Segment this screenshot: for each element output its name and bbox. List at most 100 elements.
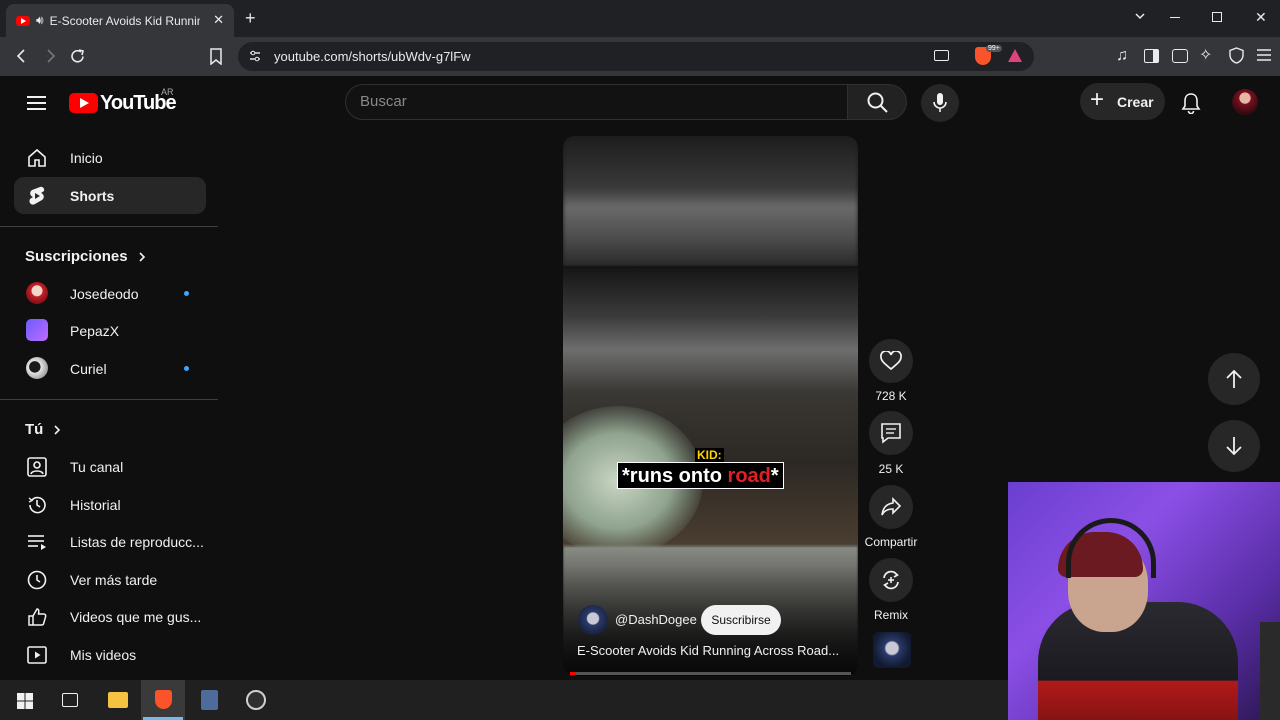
restore-icon[interactable]: [1212, 12, 1222, 22]
search-box: [345, 84, 848, 120]
streamer-body: [1038, 602, 1238, 720]
short-title[interactable]: E-Scooter Avoids Kid Running Across Road…: [577, 643, 839, 658]
channel-avatar: [26, 319, 48, 341]
comments-button[interactable]: [869, 411, 913, 455]
sidebar-item-label: Videos que me gus...: [70, 608, 202, 625]
channel-avatar: [26, 357, 48, 379]
new-tab-icon[interactable]: +: [245, 8, 256, 29]
sidebar-item-inicio[interactable]: Inicio: [14, 139, 206, 176]
brave-taskbar-button[interactable]: [141, 680, 185, 720]
tab-title: E-Scooter Avoids Kid Running: [49, 13, 200, 28]
channel-avatar: [26, 282, 48, 304]
new-content-dot: [184, 366, 189, 371]
subscription-label: Curiel: [70, 360, 107, 377]
sidebar-item-playlists[interactable]: Listas de reproducc...: [14, 523, 206, 560]
close-tab-icon[interactable]: ✕: [213, 12, 224, 28]
mic-arm: [1260, 622, 1280, 720]
sidebar-item-label: Inicio: [70, 149, 103, 166]
notifications-bell-icon[interactable]: [1181, 92, 1201, 114]
caption-top: KID:: [695, 448, 724, 462]
minimize-icon[interactable]: [1170, 17, 1180, 18]
arrow-up-icon: [1225, 369, 1243, 389]
channel-avatar[interactable]: [578, 605, 608, 635]
short-video-player[interactable]: KID: *runs onto road* @DashDogee Suscrib…: [563, 136, 858, 676]
region-code: AR: [161, 87, 174, 97]
browser-menu-icon[interactable]: [1256, 48, 1272, 62]
home-icon: [26, 147, 48, 169]
search-input[interactable]: [360, 93, 830, 110]
youtube-logo[interactable]: YouTube AR: [69, 87, 177, 114]
subscription-label: PepazX: [70, 322, 120, 339]
sidebar-item-liked-videos[interactable]: Videos que me gus...: [14, 598, 206, 635]
video-frame-top: [563, 136, 858, 266]
remix-icon: [879, 568, 903, 592]
music-icon[interactable]: ♫: [1116, 47, 1128, 65]
forward-icon[interactable]: [42, 48, 58, 64]
brave-rewards-icon[interactable]: [1008, 49, 1022, 62]
sidebar-item-shorts[interactable]: Shorts: [14, 177, 206, 214]
share-label: Compartir: [864, 535, 918, 549]
windows-start-icon[interactable]: [17, 693, 33, 709]
sound-thumbnail[interactable]: [873, 632, 911, 668]
sidebar-item-label: Ver más tarde: [70, 571, 158, 588]
remix-button[interactable]: [869, 558, 913, 602]
subscriptions-heading[interactable]: Suscripciones: [25, 248, 146, 265]
playlists-icon: [26, 531, 48, 553]
voice-search-button[interactable]: [921, 84, 959, 122]
obs-icon[interactable]: [246, 690, 266, 710]
brave-icon: [155, 690, 172, 709]
watch-later-icon: [26, 569, 48, 591]
you-heading[interactable]: Tú: [25, 421, 61, 438]
search-button[interactable]: [847, 84, 907, 120]
back-icon[interactable]: [14, 48, 30, 64]
youtube-logo-icon: [69, 93, 98, 113]
caption-text: *runs onto: [622, 465, 728, 487]
account-avatar[interactable]: [1232, 89, 1258, 115]
leo-ai-icon[interactable]: ✧: [1199, 45, 1212, 65]
file-explorer-icon[interactable]: [108, 692, 128, 708]
bookmark-icon[interactable]: [209, 48, 223, 65]
progress-fill: [570, 672, 576, 675]
site-info-icon[interactable]: [248, 49, 262, 63]
browser-toolbar: youtube.com/shorts/ubWdv-g7lFw 99+ ♫ ✧: [0, 37, 1280, 76]
subscriptions-title: Suscripciones: [25, 248, 128, 265]
search-icon: [867, 92, 888, 113]
next-short-button[interactable]: [1208, 420, 1260, 472]
previous-short-button[interactable]: [1208, 353, 1260, 405]
calculator-icon[interactable]: [201, 690, 218, 710]
like-button[interactable]: [869, 339, 913, 383]
channel-handle[interactable]: @DashDogee: [615, 612, 697, 627]
guide-menu-icon[interactable]: [27, 95, 46, 111]
vpn-shield-icon[interactable]: [1229, 47, 1244, 64]
create-button[interactable]: + Crear: [1080, 83, 1165, 120]
share-button[interactable]: [869, 485, 913, 529]
cast-icon[interactable]: [934, 50, 949, 61]
sidebar-item-label: Shorts: [70, 187, 115, 204]
subscribe-button[interactable]: Suscribirse: [701, 605, 781, 635]
brave-badge: 99+: [986, 45, 1002, 52]
subscription-item-curiel[interactable]: Curiel: [14, 350, 206, 387]
microphone-icon: [933, 92, 947, 114]
progress-track[interactable]: [570, 672, 851, 675]
reload-icon[interactable]: [69, 48, 86, 65]
wallet-icon[interactable]: [1172, 49, 1188, 63]
sidebar-item-my-videos[interactable]: Mis videos: [14, 636, 206, 673]
chevron-right-icon: [53, 424, 61, 436]
subscription-label: Josedeodo: [70, 285, 139, 302]
task-view-icon[interactable]: [62, 693, 78, 707]
subscription-item-pepazx[interactable]: PepazX: [14, 312, 206, 349]
audio-playing-icon[interactable]: 🔊︎: [36, 13, 44, 28]
sidebar-toggle-icon[interactable]: [1144, 49, 1159, 63]
comment-icon: [880, 422, 902, 444]
sidebar-item-watch-later[interactable]: Ver más tarde: [14, 561, 206, 598]
caption-end: *: [770, 465, 779, 487]
sidebar-item-history[interactable]: Historial: [14, 486, 206, 523]
address-bar[interactable]: youtube.com/shorts/ubWdv-g7lFw 99+: [238, 42, 1034, 71]
close-window-icon[interactable]: ✕: [1255, 9, 1267, 26]
browser-tab[interactable]: 🔊︎ E-Scooter Avoids Kid Running ✕: [6, 4, 234, 37]
subscription-item-josedeodo[interactable]: Josedeodo: [14, 275, 206, 312]
sidebar-item-your-channel[interactable]: Tu canal: [14, 448, 206, 485]
youtube-favicon-icon: [16, 15, 30, 26]
tab-search-chevron-icon[interactable]: [1134, 10, 1146, 22]
history-icon: [26, 494, 48, 516]
